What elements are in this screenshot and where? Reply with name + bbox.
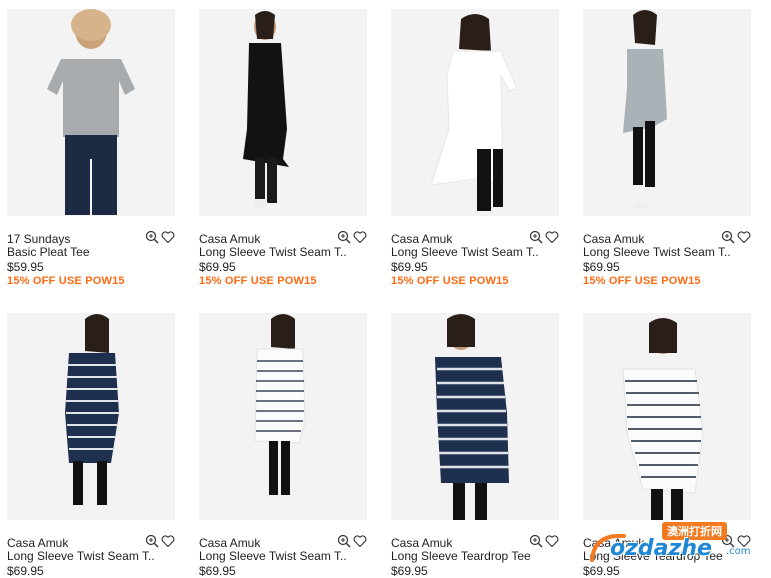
product-name[interactable]: Long Sleeve Twist Seam T.. [199, 549, 367, 564]
product-card[interactable]: 17 Sundays Basic Pleat Tee $59.95 15% OF… [7, 9, 175, 288]
zoom-icon[interactable] [529, 534, 543, 549]
product-name[interactable]: Long Sleeve Twist Seam T.. [7, 549, 175, 564]
product-brand[interactable]: Casa Amuk [391, 232, 452, 246]
zoom-icon[interactable] [145, 230, 159, 245]
promo-text: 15% OFF USE POW15 [583, 275, 701, 287]
product-name[interactable]: Long Sleeve Twist Seam T.. [391, 245, 559, 260]
product-image[interactable] [391, 9, 559, 216]
promo-text: 15% OFF USE POW15 [199, 275, 317, 287]
heart-icon[interactable] [353, 230, 367, 245]
product-grid: 17 Sundays Basic Pleat Tee $59.95 15% OF… [0, 0, 771, 578]
zoom-icon[interactable] [337, 230, 351, 245]
product-brand[interactable]: Casa Amuk [391, 536, 452, 550]
product-card[interactable]: Casa Amuk Long Sleeve Twist Seam T.. $69… [199, 313, 367, 578]
promo-text: 15% OFF USE POW15 [391, 275, 509, 287]
watermark-text: ozdazhe [610, 536, 712, 561]
product-price: $69.95 [391, 260, 428, 274]
product-card[interactable]: Casa Amuk Long Sleeve Twist Seam T.. $69… [583, 9, 751, 288]
product-name[interactable]: Basic Pleat Tee [7, 245, 175, 260]
product-name[interactable]: Long Sleeve Twist Seam T.. [583, 245, 751, 260]
heart-icon[interactable] [737, 230, 751, 245]
product-image[interactable] [199, 9, 367, 216]
product-image[interactable] [7, 9, 175, 216]
heart-icon[interactable] [545, 230, 559, 245]
product-name[interactable]: Long Sleeve Twist Seam T.. [199, 245, 367, 260]
zoom-icon[interactable] [337, 534, 351, 549]
product-image[interactable] [199, 313, 367, 520]
heart-icon[interactable] [545, 534, 559, 549]
product-card[interactable]: Casa Amuk Long Sleeve Teardrop Tee $69.9… [391, 313, 559, 578]
product-card[interactable]: Casa Amuk Long Sleeve Twist Seam T.. $69… [391, 9, 559, 288]
watermark-suffix: .com [726, 546, 751, 557]
product-price: $69.95 [199, 260, 236, 274]
product-card[interactable]: Casa Amuk Long Sleeve Twist Seam T.. $69… [199, 9, 367, 288]
product-name[interactable]: Long Sleeve Teardrop Tee [391, 549, 559, 564]
product-card[interactable]: Casa Amuk Long Sleeve Twist Seam T.. $69… [7, 313, 175, 578]
product-brand[interactable]: 17 Sundays [7, 232, 70, 246]
heart-icon[interactable] [161, 534, 175, 549]
zoom-icon[interactable] [529, 230, 543, 245]
zoom-icon[interactable] [145, 534, 159, 549]
product-image[interactable] [391, 313, 559, 520]
product-image[interactable] [7, 313, 175, 520]
product-image[interactable] [583, 9, 751, 216]
promo-text: 15% OFF USE POW15 [7, 275, 125, 287]
watermark-logo: 澳洲打折网 ozdazhe .com [584, 522, 771, 576]
zoom-icon[interactable] [721, 230, 735, 245]
product-brand[interactable]: Casa Amuk [583, 232, 644, 246]
product-brand[interactable]: Casa Amuk [199, 232, 260, 246]
product-price: $59.95 [7, 260, 44, 274]
product-brand[interactable]: Casa Amuk [7, 536, 68, 550]
heart-icon[interactable] [353, 534, 367, 549]
product-price: $69.95 [583, 260, 620, 274]
heart-icon[interactable] [161, 230, 175, 245]
product-brand[interactable]: Casa Amuk [199, 536, 260, 550]
product-image[interactable] [583, 313, 751, 520]
